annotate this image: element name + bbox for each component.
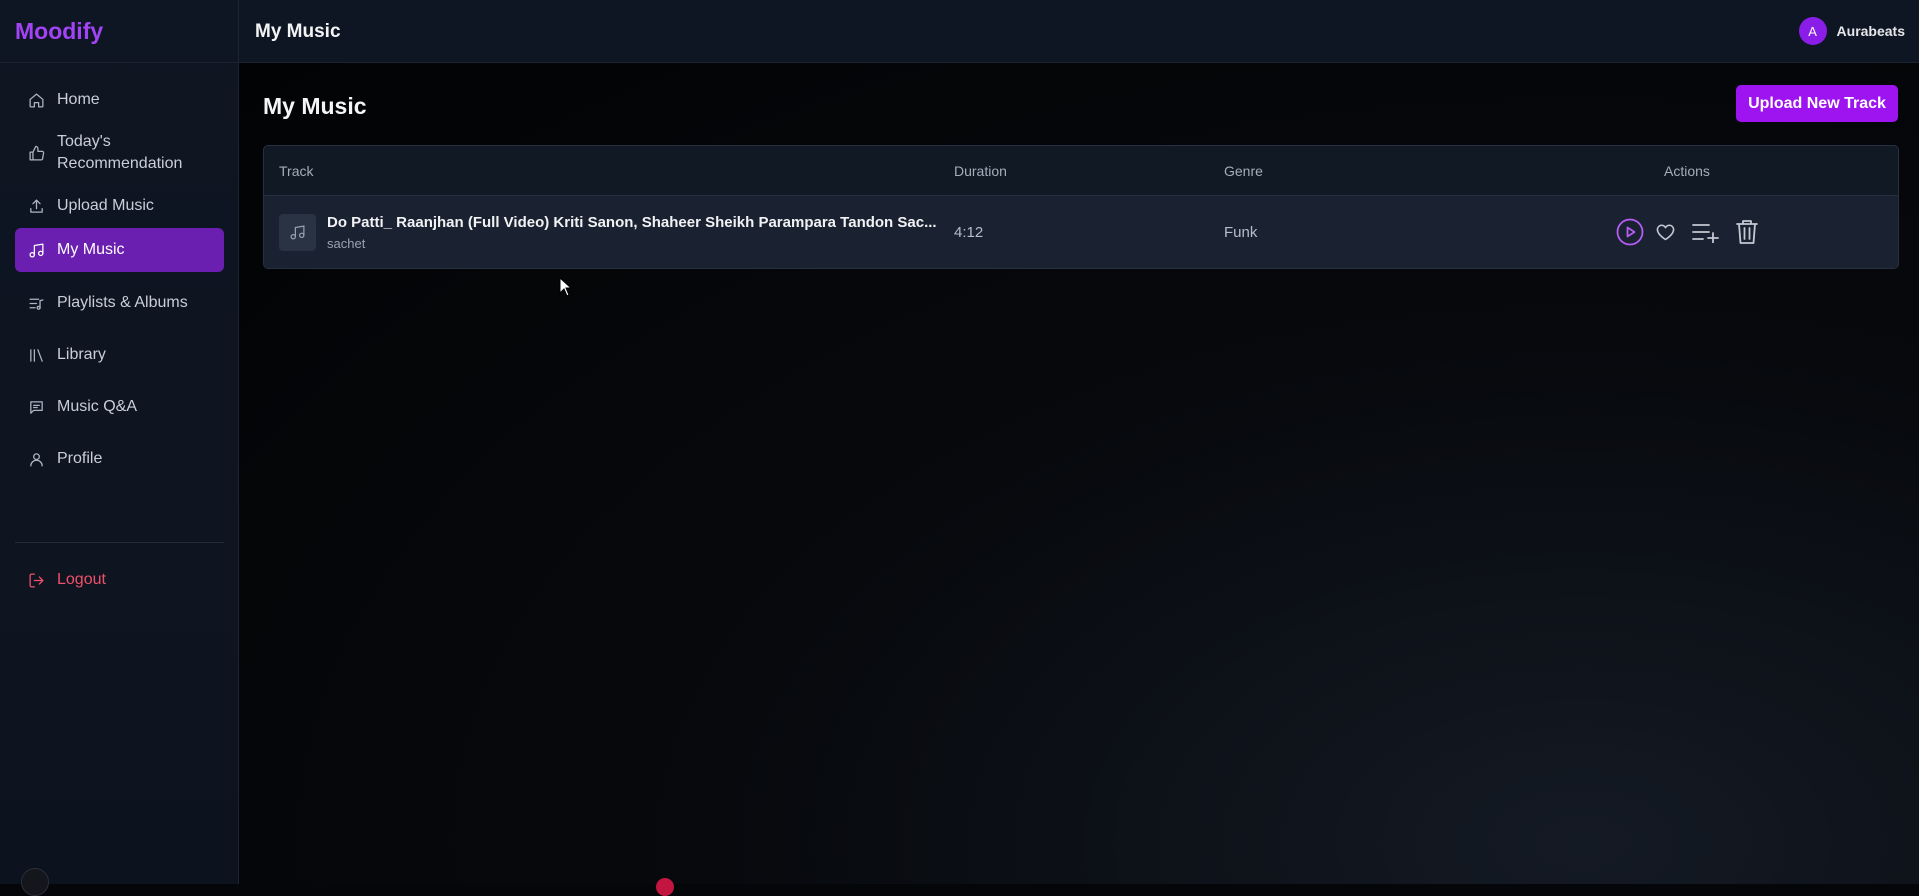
table-header: Track Duration Genre Actions	[264, 146, 1898, 196]
music-note-icon	[27, 241, 45, 259]
top-header: My Music A Aurabeats	[239, 0, 1919, 63]
track-artist: sachet	[327, 236, 366, 251]
column-header-actions: Actions	[1664, 163, 1710, 179]
logout-button[interactable]: Logout	[15, 558, 224, 602]
row-actions	[1616, 218, 1760, 246]
playlist-icon	[27, 294, 45, 312]
column-header-duration: Duration	[954, 163, 1007, 179]
upload-new-track-button[interactable]: Upload New Track	[1736, 85, 1898, 122]
mouse-cursor-icon	[559, 277, 573, 297]
logout-icon	[27, 571, 45, 589]
trash-icon	[1736, 220, 1758, 244]
tracks-table: Track Duration Genre Actions Do Patti_ R…	[263, 145, 1899, 269]
sidebar-item-label: Playlists & Albums	[57, 294, 188, 311]
home-icon	[27, 91, 45, 109]
page-title: My Music	[263, 93, 367, 119]
sidebar-divider	[15, 542, 224, 543]
sidebar-item-upload-music[interactable]: Upload Music	[15, 184, 224, 228]
sidebar-item-profile[interactable]: Profile	[15, 437, 224, 481]
column-header-genre: Genre	[1224, 163, 1263, 179]
sidebar-item-label: Library	[57, 346, 106, 363]
sidebar-item-label: Music Q&A	[57, 398, 138, 415]
sidebar-item-playlists-albums[interactable]: Playlists & Albums	[15, 281, 224, 325]
favorite-button[interactable]	[1654, 221, 1676, 243]
sidebar-item-label: Upload Music	[57, 197, 154, 214]
notification-dot	[656, 878, 674, 896]
upload-icon	[27, 197, 45, 215]
user-icon	[27, 450, 45, 468]
sidebar-item-label: Home	[57, 91, 100, 108]
library-icon	[27, 346, 45, 364]
sidebar-item-my-music[interactable]: My Music	[15, 228, 224, 272]
add-to-queue-icon	[1692, 224, 1719, 243]
username[interactable]: Aurabeats	[1837, 23, 1905, 39]
sidebar: Moodify Home Today's Recommendation Uplo…	[0, 0, 239, 884]
play-icon	[1616, 218, 1644, 246]
play-button[interactable]	[1616, 218, 1644, 246]
sidebar-item-label: Today's Recommendation	[57, 133, 183, 172]
logout-label: Logout	[57, 571, 106, 588]
sidebar-item-label: My Music	[57, 241, 125, 258]
delete-button[interactable]	[1734, 218, 1760, 246]
main-content: My Music Upload New Track Track Duration…	[239, 63, 1919, 884]
track-duration: 4:12	[954, 224, 984, 241]
sidebar-nav: Home Today's Recommendation Upload Music…	[15, 78, 224, 481]
sidebar-item-library[interactable]: Library	[15, 333, 224, 377]
thumbs-up-icon	[27, 144, 45, 162]
track-genre: Funk	[1224, 224, 1258, 241]
chat-icon	[27, 398, 45, 416]
sidebar-item-todays-recommendation[interactable]: Today's Recommendation	[15, 122, 224, 184]
brand-logo[interactable]: Moodify	[0, 0, 238, 63]
sidebar-item-music-qa[interactable]: Music Q&A	[15, 385, 224, 429]
sidebar-item-home[interactable]: Home	[15, 78, 224, 122]
corner-widget[interactable]	[21, 868, 49, 896]
track-title: Do Patti_ Raanjhan (Full Video) Kriti Sa…	[327, 214, 937, 231]
music-note-icon	[290, 225, 305, 240]
avatar[interactable]: A	[1798, 17, 1827, 45]
add-to-playlist-button[interactable]	[1691, 220, 1719, 244]
track-art-placeholder	[279, 214, 316, 251]
column-header-track: Track	[279, 163, 314, 179]
sidebar-item-label: Profile	[57, 450, 103, 467]
table-row[interactable]: Do Patti_ Raanjhan (Full Video) Kriti Sa…	[264, 196, 1898, 268]
header-title: My Music	[255, 21, 341, 42]
user-menu[interactable]: A Aurabeats	[1798, 17, 1905, 45]
heart-icon	[1656, 223, 1674, 240]
